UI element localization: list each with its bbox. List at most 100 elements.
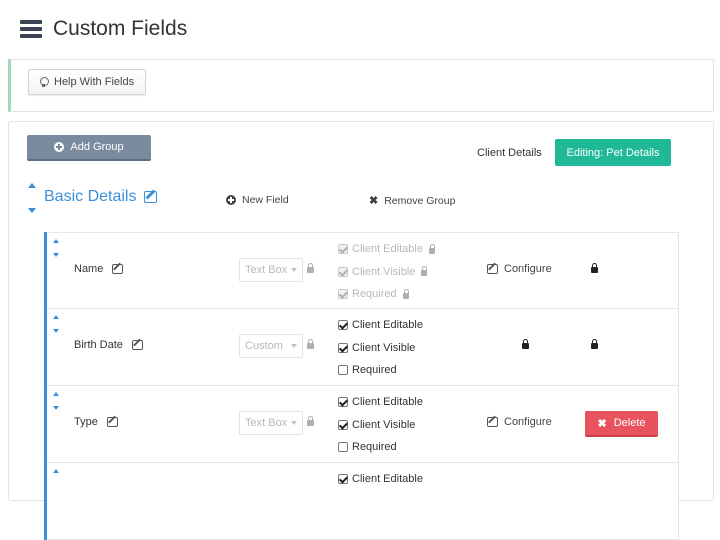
help-button-label: Help With Fields: [54, 76, 135, 88]
edit-icon[interactable]: [112, 264, 124, 274]
move-up-icon[interactable]: [53, 239, 59, 243]
field-name-label: Birth Date: [74, 339, 123, 351]
field-type-select: Text Box: [239, 258, 303, 282]
client-visible-label: Client Visible: [352, 418, 416, 431]
client-visible-option[interactable]: Client Visible: [338, 337, 423, 360]
fields-panel: Add Group Client Details Editing: Pet De…: [8, 121, 714, 540]
chevron-down-icon: [291, 268, 297, 272]
field-reorder: [53, 315, 63, 333]
remove-group-label: Remove Group: [384, 194, 456, 207]
required-option[interactable]: Required: [338, 359, 423, 382]
field-row: Birth Date Custom Client Editable Client…: [47, 309, 679, 386]
required-label: Required: [352, 364, 397, 377]
client-visible-checkbox[interactable]: [338, 342, 348, 353]
move-up-icon[interactable]: [53, 315, 59, 319]
field-type-select: Text Box: [239, 411, 303, 435]
lock-icon: [421, 266, 428, 277]
configure-label: Configure: [504, 416, 552, 428]
chevron-down-icon: [291, 344, 297, 348]
move-up-icon[interactable]: [53, 469, 59, 473]
configure-label: Configure: [504, 263, 552, 275]
configure-button[interactable]: Configure: [487, 263, 552, 275]
field-options: Client Editable Client Visible Required: [338, 314, 423, 382]
chevron-down-icon: [291, 421, 297, 425]
move-down-icon[interactable]: [53, 329, 59, 333]
add-group-button[interactable]: Add Group: [27, 135, 151, 161]
field-row: Name Text Box Client Editable Client Vis…: [47, 232, 679, 309]
configure-button[interactable]: Configure: [487, 416, 552, 428]
field-options: Client Editable: [338, 468, 423, 491]
edit-icon[interactable]: [106, 417, 118, 427]
field-name: Birth Date: [74, 339, 143, 351]
field-name: Type: [74, 416, 118, 428]
lock-icon: [402, 288, 409, 299]
add-group-label: Add Group: [70, 141, 124, 153]
client-editable-option[interactable]: Client Editable: [338, 314, 423, 337]
required-label: Required: [352, 441, 397, 454]
lock-icon: [591, 339, 598, 349]
client-visible-label: Client Visible: [352, 265, 416, 278]
remove-group-button[interactable]: ✖ Remove Group: [369, 194, 456, 208]
move-up-icon[interactable]: [53, 392, 59, 396]
edit-icon: [487, 417, 498, 427]
page-header: Custom Fields: [20, 14, 187, 44]
field-type-value: Text Box: [245, 417, 288, 429]
client-editable-label: Client Editable: [352, 396, 423, 409]
client-visible-option[interactable]: Client Visible: [338, 414, 423, 437]
client-editable-label: Client Editable: [352, 319, 423, 332]
edit-icon[interactable]: [131, 340, 143, 350]
client-editable-checkbox[interactable]: [338, 474, 348, 485]
required-checkbox[interactable]: [338, 365, 348, 376]
group-reorder: [28, 183, 38, 213]
field-row: Type Text Box Client Editable Client Vis…: [47, 386, 679, 463]
client-editable-option: Client Editable: [338, 238, 435, 261]
move-up-icon[interactable]: [28, 183, 36, 188]
field-options: Client Editable Client Visible Required: [338, 391, 423, 459]
required-checkbox: [338, 289, 348, 300]
lock-icon: [522, 339, 529, 349]
lock-icon: [307, 416, 314, 426]
lock-icon: [591, 263, 598, 273]
move-down-icon[interactable]: [53, 253, 59, 257]
client-editable-option[interactable]: Client Editable: [338, 468, 423, 491]
field-name-label: Name: [74, 263, 104, 275]
page-title: Custom Fields: [53, 17, 188, 40]
close-icon: ✖: [369, 195, 379, 207]
plus-circle-icon: [54, 142, 65, 152]
field-options: Client Editable Client Visible Required: [338, 238, 435, 306]
delete-label: Delete: [613, 417, 646, 429]
edit-icon[interactable]: [144, 191, 158, 203]
lightbulb-icon: [39, 76, 49, 88]
client-editable-option[interactable]: Client Editable: [338, 391, 423, 414]
client-editable-checkbox[interactable]: [338, 397, 348, 408]
field-name: Name: [74, 263, 124, 275]
client-editable-checkbox[interactable]: [338, 320, 348, 331]
tab-client-details[interactable]: Client Details: [467, 140, 552, 166]
client-visible-checkbox[interactable]: [338, 419, 348, 430]
required-label: Required: [352, 288, 397, 301]
group-title: Basic Details: [44, 188, 158, 206]
client-visible-option: Client Visible: [338, 261, 435, 284]
move-down-icon[interactable]: [53, 406, 59, 410]
plus-circle-icon: [226, 195, 236, 205]
field-type-value: Text Box: [245, 264, 288, 276]
edit-icon: [487, 264, 498, 274]
delete-field-button[interactable]: ✖ Delete: [585, 411, 658, 437]
group-title-label: Basic Details: [44, 188, 137, 205]
field-reorder: [53, 239, 63, 257]
tab-pet-details[interactable]: Editing: Pet Details: [555, 139, 671, 166]
client-visible-label: Client Visible: [352, 341, 416, 354]
client-editable-label: Client Editable: [352, 243, 423, 256]
server-icon: [20, 20, 42, 38]
close-icon: ✖: [597, 417, 607, 430]
field-type-select: Custom: [239, 334, 303, 358]
help-with-fields-button[interactable]: Help With Fields: [28, 69, 147, 95]
client-editable-label: Client Editable: [352, 473, 423, 486]
required-option[interactable]: Required: [338, 436, 423, 459]
move-down-icon[interactable]: [28, 208, 36, 213]
required-checkbox[interactable]: [338, 442, 348, 453]
lock-icon: [307, 263, 314, 273]
new-field-button[interactable]: New Field: [226, 194, 289, 206]
lock-icon: [307, 339, 314, 349]
field-type-value: Custom: [245, 340, 283, 352]
